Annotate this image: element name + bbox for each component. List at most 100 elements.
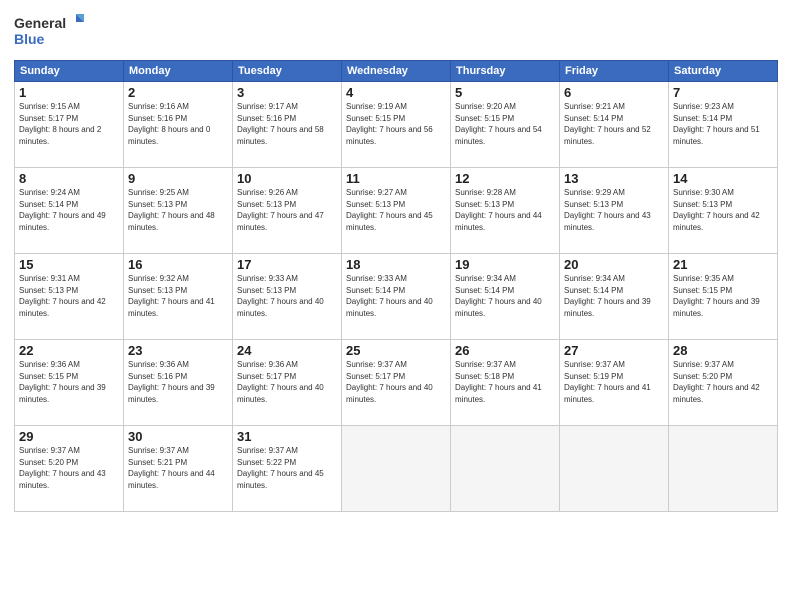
calendar-cell bbox=[451, 426, 560, 512]
day-number: 24 bbox=[237, 343, 337, 358]
day-info: Sunrise: 9:36 AMSunset: 5:16 PMDaylight:… bbox=[128, 359, 228, 405]
day-number: 9 bbox=[128, 171, 228, 186]
calendar-cell: 8Sunrise: 9:24 AMSunset: 5:14 PMDaylight… bbox=[15, 168, 124, 254]
calendar-cell: 16Sunrise: 9:32 AMSunset: 5:13 PMDayligh… bbox=[124, 254, 233, 340]
weekday-header-tuesday: Tuesday bbox=[233, 61, 342, 82]
calendar-cell bbox=[560, 426, 669, 512]
day-info: Sunrise: 9:37 AMSunset: 5:17 PMDaylight:… bbox=[346, 359, 446, 405]
day-info: Sunrise: 9:20 AMSunset: 5:15 PMDaylight:… bbox=[455, 101, 555, 147]
calendar-week-5: 29Sunrise: 9:37 AMSunset: 5:20 PMDayligh… bbox=[15, 426, 778, 512]
day-info: Sunrise: 9:15 AMSunset: 5:17 PMDaylight:… bbox=[19, 101, 119, 147]
calendar-cell: 7Sunrise: 9:23 AMSunset: 5:14 PMDaylight… bbox=[669, 82, 778, 168]
day-number: 20 bbox=[564, 257, 664, 272]
calendar-cell: 13Sunrise: 9:29 AMSunset: 5:13 PMDayligh… bbox=[560, 168, 669, 254]
calendar-cell: 30Sunrise: 9:37 AMSunset: 5:21 PMDayligh… bbox=[124, 426, 233, 512]
calendar-cell: 4Sunrise: 9:19 AMSunset: 5:15 PMDaylight… bbox=[342, 82, 451, 168]
page-header: General Blue bbox=[14, 12, 778, 52]
calendar-cell: 26Sunrise: 9:37 AMSunset: 5:18 PMDayligh… bbox=[451, 340, 560, 426]
calendar-week-1: 1Sunrise: 9:15 AMSunset: 5:17 PMDaylight… bbox=[15, 82, 778, 168]
day-info: Sunrise: 9:34 AMSunset: 5:14 PMDaylight:… bbox=[564, 273, 664, 319]
day-info: Sunrise: 9:31 AMSunset: 5:13 PMDaylight:… bbox=[19, 273, 119, 319]
day-number: 14 bbox=[673, 171, 773, 186]
day-info: Sunrise: 9:32 AMSunset: 5:13 PMDaylight:… bbox=[128, 273, 228, 319]
day-info: Sunrise: 9:34 AMSunset: 5:14 PMDaylight:… bbox=[455, 273, 555, 319]
day-number: 30 bbox=[128, 429, 228, 444]
calendar-cell: 3Sunrise: 9:17 AMSunset: 5:16 PMDaylight… bbox=[233, 82, 342, 168]
day-number: 4 bbox=[346, 85, 446, 100]
day-number: 18 bbox=[346, 257, 446, 272]
day-info: Sunrise: 9:33 AMSunset: 5:13 PMDaylight:… bbox=[237, 273, 337, 319]
day-number: 26 bbox=[455, 343, 555, 358]
calendar-cell: 24Sunrise: 9:36 AMSunset: 5:17 PMDayligh… bbox=[233, 340, 342, 426]
day-number: 27 bbox=[564, 343, 664, 358]
day-number: 31 bbox=[237, 429, 337, 444]
calendar-cell: 9Sunrise: 9:25 AMSunset: 5:13 PMDaylight… bbox=[124, 168, 233, 254]
calendar-cell: 28Sunrise: 9:37 AMSunset: 5:20 PMDayligh… bbox=[669, 340, 778, 426]
weekday-header-wednesday: Wednesday bbox=[342, 61, 451, 82]
day-info: Sunrise: 9:36 AMSunset: 5:17 PMDaylight:… bbox=[237, 359, 337, 405]
logo-svg: General Blue bbox=[14, 12, 84, 52]
calendar-cell: 25Sunrise: 9:37 AMSunset: 5:17 PMDayligh… bbox=[342, 340, 451, 426]
day-number: 11 bbox=[346, 171, 446, 186]
weekday-header-sunday: Sunday bbox=[15, 61, 124, 82]
day-info: Sunrise: 9:24 AMSunset: 5:14 PMDaylight:… bbox=[19, 187, 119, 233]
day-info: Sunrise: 9:29 AMSunset: 5:13 PMDaylight:… bbox=[564, 187, 664, 233]
day-info: Sunrise: 9:25 AMSunset: 5:13 PMDaylight:… bbox=[128, 187, 228, 233]
weekday-header-saturday: Saturday bbox=[669, 61, 778, 82]
day-number: 13 bbox=[564, 171, 664, 186]
day-number: 29 bbox=[19, 429, 119, 444]
day-number: 23 bbox=[128, 343, 228, 358]
day-info: Sunrise: 9:37 AMSunset: 5:22 PMDaylight:… bbox=[237, 445, 337, 491]
calendar-cell: 10Sunrise: 9:26 AMSunset: 5:13 PMDayligh… bbox=[233, 168, 342, 254]
day-info: Sunrise: 9:37 AMSunset: 5:19 PMDaylight:… bbox=[564, 359, 664, 405]
day-number: 22 bbox=[19, 343, 119, 358]
calendar-cell: 12Sunrise: 9:28 AMSunset: 5:13 PMDayligh… bbox=[451, 168, 560, 254]
day-number: 16 bbox=[128, 257, 228, 272]
logo: General Blue bbox=[14, 12, 84, 52]
calendar-week-2: 8Sunrise: 9:24 AMSunset: 5:14 PMDaylight… bbox=[15, 168, 778, 254]
calendar-week-3: 15Sunrise: 9:31 AMSunset: 5:13 PMDayligh… bbox=[15, 254, 778, 340]
day-number: 19 bbox=[455, 257, 555, 272]
calendar-cell: 18Sunrise: 9:33 AMSunset: 5:14 PMDayligh… bbox=[342, 254, 451, 340]
day-number: 1 bbox=[19, 85, 119, 100]
day-info: Sunrise: 9:36 AMSunset: 5:15 PMDaylight:… bbox=[19, 359, 119, 405]
calendar-cell: 6Sunrise: 9:21 AMSunset: 5:14 PMDaylight… bbox=[560, 82, 669, 168]
weekday-header-thursday: Thursday bbox=[451, 61, 560, 82]
day-number: 10 bbox=[237, 171, 337, 186]
day-number: 15 bbox=[19, 257, 119, 272]
svg-text:Blue: Blue bbox=[14, 31, 45, 47]
calendar-cell: 21Sunrise: 9:35 AMSunset: 5:15 PMDayligh… bbox=[669, 254, 778, 340]
calendar-cell: 5Sunrise: 9:20 AMSunset: 5:15 PMDaylight… bbox=[451, 82, 560, 168]
day-number: 2 bbox=[128, 85, 228, 100]
calendar-cell: 29Sunrise: 9:37 AMSunset: 5:20 PMDayligh… bbox=[15, 426, 124, 512]
day-info: Sunrise: 9:28 AMSunset: 5:13 PMDaylight:… bbox=[455, 187, 555, 233]
day-number: 5 bbox=[455, 85, 555, 100]
day-info: Sunrise: 9:33 AMSunset: 5:14 PMDaylight:… bbox=[346, 273, 446, 319]
day-info: Sunrise: 9:21 AMSunset: 5:14 PMDaylight:… bbox=[564, 101, 664, 147]
calendar-cell: 31Sunrise: 9:37 AMSunset: 5:22 PMDayligh… bbox=[233, 426, 342, 512]
calendar-cell: 23Sunrise: 9:36 AMSunset: 5:16 PMDayligh… bbox=[124, 340, 233, 426]
day-info: Sunrise: 9:16 AMSunset: 5:16 PMDaylight:… bbox=[128, 101, 228, 147]
calendar-cell: 1Sunrise: 9:15 AMSunset: 5:17 PMDaylight… bbox=[15, 82, 124, 168]
day-number: 25 bbox=[346, 343, 446, 358]
day-info: Sunrise: 9:30 AMSunset: 5:13 PMDaylight:… bbox=[673, 187, 773, 233]
day-number: 12 bbox=[455, 171, 555, 186]
day-info: Sunrise: 9:26 AMSunset: 5:13 PMDaylight:… bbox=[237, 187, 337, 233]
weekday-header-monday: Monday bbox=[124, 61, 233, 82]
svg-text:General: General bbox=[14, 15, 66, 31]
day-info: Sunrise: 9:17 AMSunset: 5:16 PMDaylight:… bbox=[237, 101, 337, 147]
day-info: Sunrise: 9:37 AMSunset: 5:18 PMDaylight:… bbox=[455, 359, 555, 405]
calendar-cell bbox=[342, 426, 451, 512]
day-info: Sunrise: 9:23 AMSunset: 5:14 PMDaylight:… bbox=[673, 101, 773, 147]
calendar-cell: 2Sunrise: 9:16 AMSunset: 5:16 PMDaylight… bbox=[124, 82, 233, 168]
day-info: Sunrise: 9:37 AMSunset: 5:21 PMDaylight:… bbox=[128, 445, 228, 491]
day-number: 28 bbox=[673, 343, 773, 358]
calendar-cell: 20Sunrise: 9:34 AMSunset: 5:14 PMDayligh… bbox=[560, 254, 669, 340]
calendar-cell: 19Sunrise: 9:34 AMSunset: 5:14 PMDayligh… bbox=[451, 254, 560, 340]
weekday-header-friday: Friday bbox=[560, 61, 669, 82]
calendar-week-4: 22Sunrise: 9:36 AMSunset: 5:15 PMDayligh… bbox=[15, 340, 778, 426]
calendar-cell: 17Sunrise: 9:33 AMSunset: 5:13 PMDayligh… bbox=[233, 254, 342, 340]
day-info: Sunrise: 9:37 AMSunset: 5:20 PMDaylight:… bbox=[19, 445, 119, 491]
day-info: Sunrise: 9:19 AMSunset: 5:15 PMDaylight:… bbox=[346, 101, 446, 147]
calendar-cell: 27Sunrise: 9:37 AMSunset: 5:19 PMDayligh… bbox=[560, 340, 669, 426]
